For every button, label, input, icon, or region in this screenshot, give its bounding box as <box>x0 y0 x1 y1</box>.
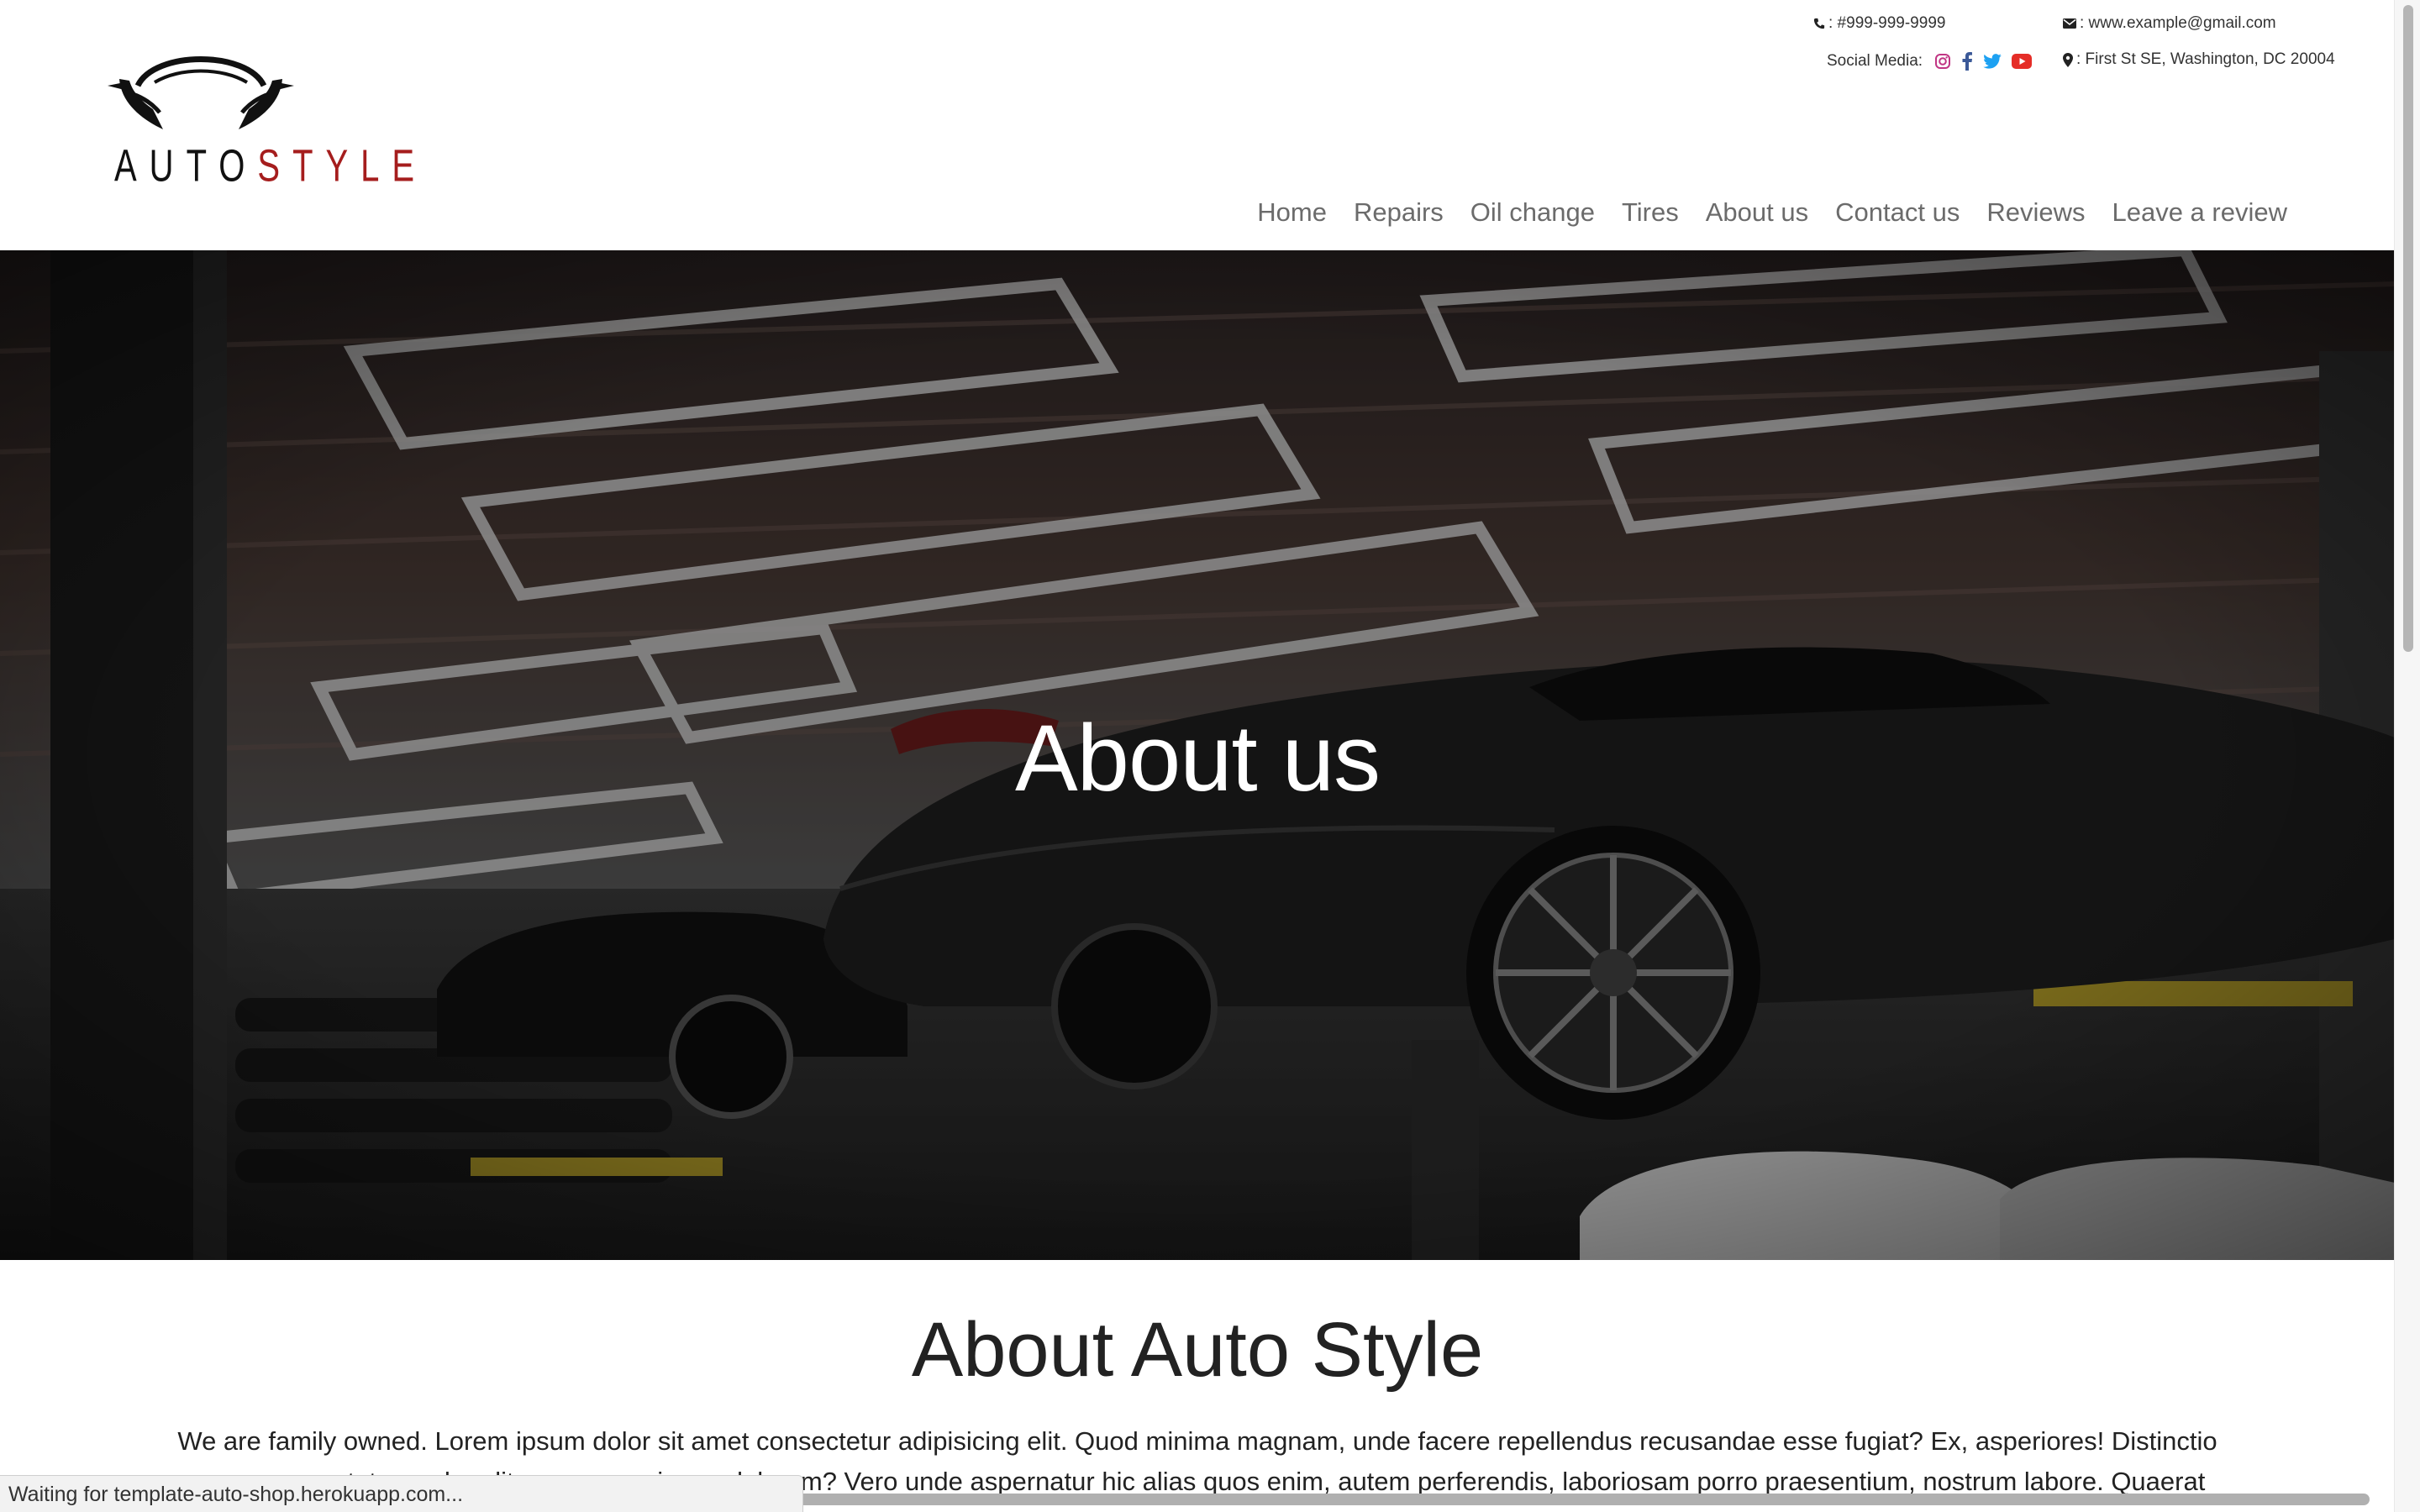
vertical-scrollbar[interactable] <box>2394 0 2420 1512</box>
nav-repairs[interactable]: Repairs <box>1354 197 1444 228</box>
address-text: : First St SE, Washington, DC 20004 <box>2076 50 2335 68</box>
map-marker-icon <box>2063 52 2073 67</box>
site-logo[interactable]: AUTOSTYLE <box>104 42 414 191</box>
instagram-icon[interactable] <box>1934 53 1951 70</box>
hero-title: About us <box>1014 706 1381 811</box>
facebook-icon[interactable] <box>1961 52 1973 71</box>
site-header: AUTOSTYLE : #999-999-9999 : www.example@… <box>0 0 2395 250</box>
hero-banner: About us <box>0 250 2395 1260</box>
youtube-icon[interactable] <box>2012 54 2033 69</box>
page: AUTOSTYLE : #999-999-9999 : www.example@… <box>0 0 2420 1512</box>
contact-phone: : #999-999-9999 <box>1813 14 1945 33</box>
nav-reviews[interactable]: Reviews <box>1986 197 2085 228</box>
logo-wordmark: AUTOSTYLE <box>114 141 428 192</box>
twitter-icon[interactable] <box>1983 54 2002 69</box>
nav-leave-a-review[interactable]: Leave a review <box>2112 197 2287 228</box>
nav-contact-us[interactable]: Contact us <box>1835 197 1960 228</box>
contact-email: : www.example@gmail.com <box>2063 14 2276 33</box>
nav-oil-change[interactable]: Oil change <box>1470 197 1595 228</box>
about-heading: About Auto Style <box>911 1307 1484 1393</box>
phone-icon <box>1813 18 1825 29</box>
nav-home[interactable]: Home <box>1257 197 1327 228</box>
envelope-icon <box>2063 18 2076 29</box>
social-media: Social Media: <box>1827 52 2042 71</box>
vertical-scrollbar-thumb[interactable] <box>2403 5 2413 652</box>
main-nav: Home Repairs Oil change Tires About us C… <box>1257 197 2287 228</box>
social-media-label: Social Media: <box>1827 52 1923 70</box>
nav-tires[interactable]: Tires <box>1622 197 1679 228</box>
nav-about-us[interactable]: About us <box>1706 197 1808 228</box>
browser-status-bar: Waiting for template-auto-shop.herokuapp… <box>0 1475 803 1512</box>
car-logo-icon <box>108 56 294 129</box>
phone-number: : #999-999-9999 <box>1828 14 1946 32</box>
email-address: : www.example@gmail.com <box>2080 14 2276 32</box>
contact-address: : First St SE, Washington, DC 20004 <box>2063 50 2335 69</box>
